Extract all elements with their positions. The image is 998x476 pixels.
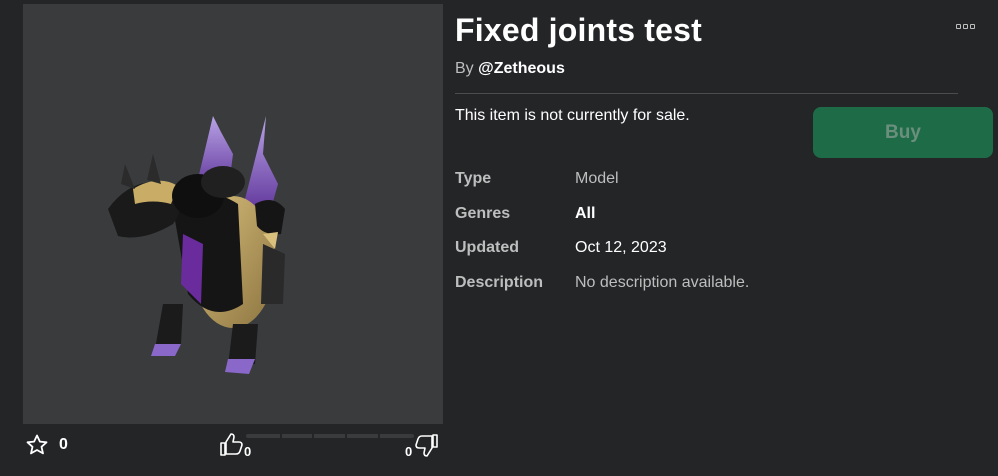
- divider: [455, 93, 958, 94]
- buy-button[interactable]: Buy: [813, 107, 993, 158]
- downvote-button[interactable]: [414, 432, 442, 460]
- more-options-button[interactable]: [956, 24, 976, 36]
- creator-link[interactable]: @Zetheous: [478, 60, 565, 77]
- vote-ratio-bar: [246, 434, 414, 438]
- thumbs-down-icon[interactable]: [414, 432, 440, 458]
- detail-row-type: Type Model: [455, 170, 955, 194]
- item-page: 0 0 0 Fixed joints test By @Zetheous Thi…: [0, 0, 998, 476]
- item-thumbnail: [23, 4, 443, 424]
- detail-label: Updated: [455, 239, 519, 256]
- downvote-count: 0: [405, 444, 413, 459]
- detail-label: Description: [455, 274, 544, 291]
- more-dot-icon: [956, 24, 961, 29]
- detail-row-description: Description No description available.: [455, 274, 955, 298]
- detail-label: Genres: [455, 205, 511, 222]
- detail-value-link[interactable]: All: [575, 205, 595, 223]
- thumbs-up-icon[interactable]: [218, 432, 244, 458]
- detail-row-updated: Updated Oct 12, 2023: [455, 239, 955, 263]
- detail-value: Model: [575, 170, 619, 187]
- star-icon[interactable]: [25, 433, 49, 457]
- detail-value: Oct 12, 2023: [575, 239, 667, 256]
- dragon-model-icon: [108, 116, 285, 374]
- upvote-count: 0: [244, 444, 252, 459]
- favorite-control[interactable]: 0: [25, 432, 68, 458]
- item-title: Fixed joints test: [455, 12, 702, 48]
- favorite-count: 0: [59, 436, 68, 453]
- creator-byline: By @Zetheous: [455, 60, 565, 78]
- byline-prefix: By: [455, 60, 474, 77]
- detail-label: Type: [455, 170, 492, 187]
- more-dot-icon: [970, 24, 975, 29]
- sale-status: This item is not currently for sale.: [455, 107, 690, 124]
- detail-row-genres: Genres All: [455, 205, 955, 229]
- detail-value: No description available.: [575, 274, 750, 291]
- more-dot-icon: [963, 24, 968, 29]
